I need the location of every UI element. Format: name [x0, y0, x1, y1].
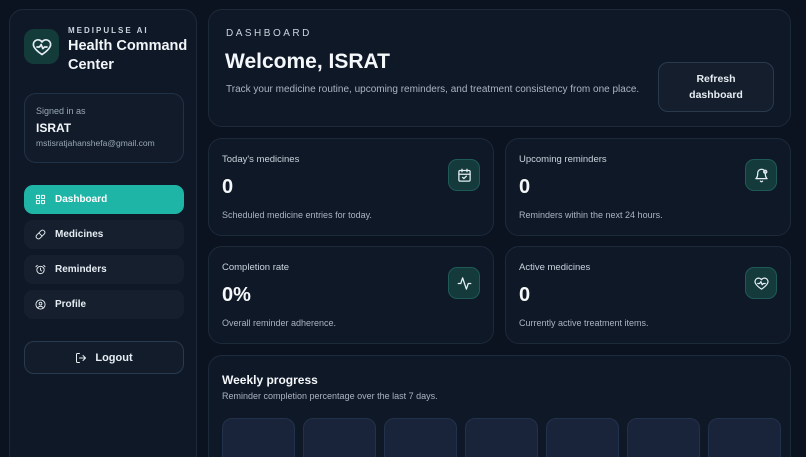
weekly-bar-slot [303, 418, 376, 457]
logout-label: Logout [95, 351, 133, 364]
stat-label: Today's medicines [222, 154, 300, 165]
calendar-check-icon [448, 159, 480, 191]
weekly-bar-slot [222, 418, 295, 457]
weekly-progress-title: Weekly progress [222, 373, 318, 387]
brand-title: Health Command Center [68, 38, 188, 73]
stat-description: Scheduled medicine entries for today. [222, 210, 372, 220]
stat-value: 0 [222, 176, 234, 198]
sidebar-item-medicines[interactable]: Medicines [24, 220, 184, 249]
sidebar-item-label: Dashboard [55, 194, 108, 205]
sidebar-nav: Dashboard Medicines Reminders Profile [24, 185, 184, 325]
weekly-bar-slot [708, 418, 781, 457]
signed-in-label: Signed in as [36, 106, 86, 116]
bell-icon [745, 159, 777, 191]
brand: MEDIPULSE AI Health Command Center [24, 24, 188, 75]
weekly-bar-slot [627, 418, 700, 457]
stat-card-completion-rate: Completion rate 0% Overall reminder adhe… [208, 246, 494, 344]
alarm-icon [35, 264, 46, 275]
heart-pulse-icon [24, 29, 59, 64]
refresh-dashboard-button[interactable]: Refresh dashboard [658, 62, 774, 112]
logout-icon [76, 352, 87, 363]
page-title: Welcome, ISRAT [225, 50, 390, 73]
sidebar: MEDIPULSE AI Health Command Center Signe… [9, 9, 197, 457]
weekly-progress-panel: Weekly progress Reminder completion perc… [208, 355, 791, 457]
dashboard-hero: DASHBOARD Welcome, ISRAT Track your medi… [208, 9, 791, 127]
stat-label: Upcoming reminders [519, 154, 607, 165]
stat-card-active-medicines: Active medicines 0 Currently active trea… [505, 246, 791, 344]
stat-description: Overall reminder adherence. [222, 318, 337, 328]
stat-card-todays-medicines: Today's medicines 0 Scheduled medicine e… [208, 138, 494, 236]
stat-card-upcoming-reminders: Upcoming reminders 0 Reminders within th… [505, 138, 791, 236]
weekly-progress-bars [222, 418, 781, 457]
weekly-bar-slot [546, 418, 619, 457]
weekly-bar-slot [384, 418, 457, 457]
brand-kicker: MEDIPULSE AI [68, 26, 149, 35]
grid-icon [35, 194, 46, 205]
heart-pulse-icon [745, 267, 777, 299]
sidebar-item-profile[interactable]: Profile [24, 290, 184, 319]
sidebar-item-label: Medicines [55, 229, 104, 240]
user-name: ISRAT [36, 121, 72, 135]
stat-value: 0% [222, 284, 251, 306]
user-card: Signed in as ISRAT mstisratjahanshefa@gm… [24, 93, 184, 163]
stat-description: Currently active treatment items. [519, 318, 649, 328]
refresh-label-line1: Refresh [696, 73, 736, 85]
stat-value: 0 [519, 176, 531, 198]
sidebar-item-reminders[interactable]: Reminders [24, 255, 184, 284]
stat-label: Completion rate [222, 262, 290, 273]
stat-description: Reminders within the next 24 hours. [519, 210, 663, 220]
pill-icon [35, 229, 46, 240]
user-circle-icon [35, 299, 46, 310]
refresh-label-line2: dashboard [689, 89, 743, 101]
page-subtitle: Track your medicine routine, upcoming re… [226, 84, 640, 95]
section-kicker: DASHBOARD [226, 28, 312, 39]
sidebar-item-label: Reminders [55, 264, 107, 275]
weekly-progress-subtitle: Reminder completion percentage over the … [222, 391, 438, 401]
sidebar-item-dashboard[interactable]: Dashboard [24, 185, 184, 214]
activity-icon [448, 267, 480, 299]
weekly-bar-slot [465, 418, 538, 457]
stat-label: Active medicines [519, 262, 591, 273]
logout-button[interactable]: Logout [24, 341, 184, 374]
sidebar-item-label: Profile [55, 299, 87, 310]
stat-value: 0 [519, 284, 531, 306]
user-email: mstisratjahanshefa@gmail.com [36, 138, 155, 148]
